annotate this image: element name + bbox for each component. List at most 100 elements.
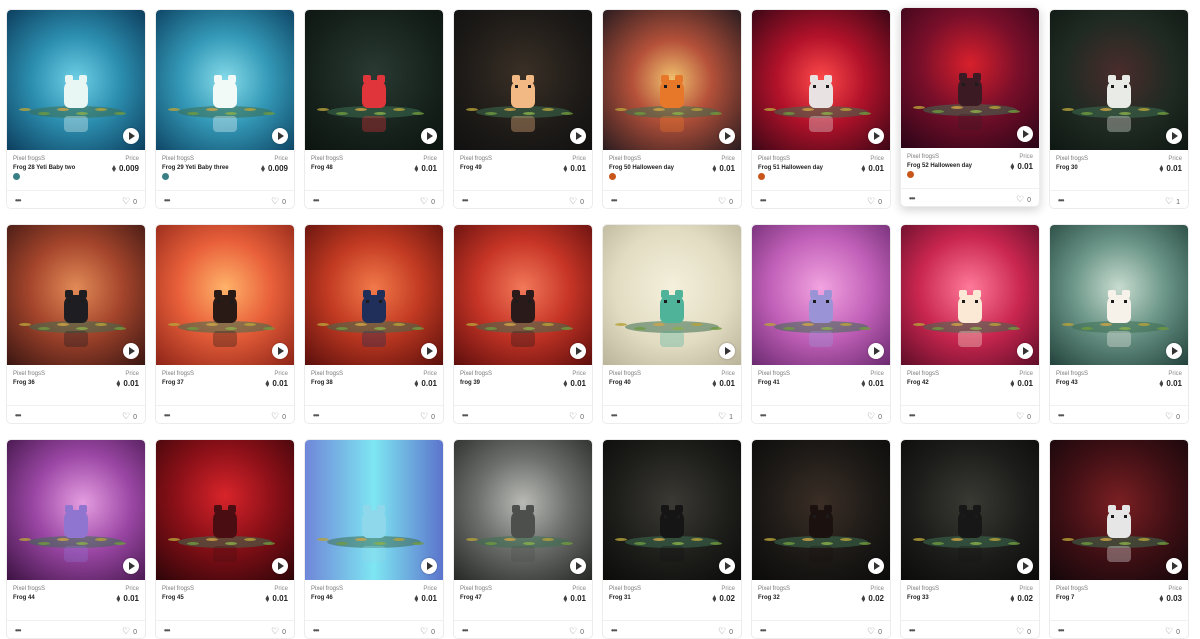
more-options-icon[interactable]: ••• bbox=[164, 627, 170, 635]
collection-name[interactable]: Pixel frogsS bbox=[609, 156, 641, 162]
play-icon[interactable] bbox=[272, 343, 288, 359]
nft-card[interactable]: Pixel frogsS Frog 29 Yeti Baby three Price… bbox=[155, 9, 295, 209]
item-name[interactable]: Frog 47 bbox=[460, 595, 482, 601]
nft-card[interactable]: Pixel frogsS frog 39 Price 0.01 ••• ♡ 0 bbox=[453, 224, 593, 424]
nft-artwork[interactable] bbox=[901, 440, 1039, 580]
like-button[interactable]: ♡ 0 bbox=[867, 196, 882, 207]
collection-name[interactable]: Pixel frogsS bbox=[1056, 371, 1088, 377]
collection-name[interactable]: Pixel frogsS bbox=[162, 586, 194, 592]
nft-artwork[interactable] bbox=[752, 440, 890, 580]
play-icon[interactable] bbox=[123, 343, 139, 359]
like-button[interactable]: ♡ 0 bbox=[569, 626, 584, 637]
play-icon[interactable] bbox=[1017, 126, 1033, 142]
collection-name[interactable]: Pixel frogsS bbox=[460, 371, 492, 377]
item-name[interactable]: Frog 51 Halloween day bbox=[758, 165, 823, 171]
item-name[interactable]: Frog 30 bbox=[1056, 165, 1078, 171]
nft-card[interactable]: Pixel frogsS Frog 47 Price 0.01 ••• ♡ 0 bbox=[453, 439, 593, 639]
play-icon[interactable] bbox=[272, 128, 288, 144]
play-icon[interactable] bbox=[1017, 558, 1033, 574]
item-name[interactable]: Frog 45 bbox=[162, 595, 184, 601]
collection-name[interactable]: Pixel frogsS bbox=[907, 154, 939, 160]
item-name[interactable]: Frog 31 bbox=[609, 595, 631, 601]
item-name[interactable]: Frog 37 bbox=[162, 380, 184, 386]
play-icon[interactable] bbox=[421, 343, 437, 359]
nft-artwork[interactable] bbox=[305, 440, 443, 580]
nft-card[interactable]: Pixel frogsS Frog 37 Price 0.01 ••• ♡ 0 bbox=[155, 224, 295, 424]
play-icon[interactable] bbox=[570, 343, 586, 359]
nft-artwork[interactable] bbox=[603, 225, 741, 365]
more-options-icon[interactable]: ••• bbox=[462, 197, 468, 205]
like-button[interactable]: ♡ 0 bbox=[271, 626, 286, 637]
play-icon[interactable] bbox=[719, 558, 735, 574]
more-options-icon[interactable]: ••• bbox=[164, 412, 170, 420]
collection-name[interactable]: Pixel frogsS bbox=[162, 156, 194, 162]
nft-artwork[interactable] bbox=[901, 8, 1039, 148]
item-name[interactable]: Frog 50 Halloween day bbox=[609, 165, 674, 171]
like-button[interactable]: ♡ 0 bbox=[420, 196, 435, 207]
like-button[interactable]: ♡ 1 bbox=[718, 411, 733, 422]
nft-card[interactable]: Pixel frogsS Frog 49 Price 0.01 ••• ♡ 0 bbox=[453, 9, 593, 209]
item-name[interactable]: Frog 29 Yeti Baby three bbox=[162, 165, 229, 171]
nft-card[interactable]: Pixel frogsS Frog 36 Price 0.01 ••• ♡ 0 bbox=[6, 224, 146, 424]
more-options-icon[interactable]: ••• bbox=[313, 627, 319, 635]
collection-name[interactable]: Pixel frogsS bbox=[311, 156, 343, 162]
item-name[interactable]: Frog 36 bbox=[13, 380, 35, 386]
play-icon[interactable] bbox=[570, 558, 586, 574]
play-icon[interactable] bbox=[272, 558, 288, 574]
collection-name[interactable]: Pixel frogsS bbox=[609, 586, 641, 592]
nft-card[interactable]: Pixel frogsS Frog 50 Halloween day Price 0.… bbox=[602, 9, 742, 209]
like-button[interactable]: ♡ 1 bbox=[1165, 196, 1180, 207]
collection-name[interactable]: Pixel frogsS bbox=[311, 371, 343, 377]
nft-artwork[interactable] bbox=[1050, 10, 1188, 150]
nft-card[interactable]: Pixel frogsS Frog 51 Halloween day Price 0.… bbox=[751, 9, 891, 209]
play-icon[interactable] bbox=[1166, 343, 1182, 359]
like-button[interactable]: ♡ 0 bbox=[867, 626, 882, 637]
more-options-icon[interactable]: ••• bbox=[15, 627, 21, 635]
nft-artwork[interactable] bbox=[1050, 440, 1188, 580]
more-options-icon[interactable]: ••• bbox=[611, 197, 617, 205]
like-button[interactable]: ♡ 0 bbox=[122, 196, 137, 207]
item-name[interactable]: Frog 52 Halloween day bbox=[907, 163, 972, 169]
more-options-icon[interactable]: ••• bbox=[760, 412, 766, 420]
collection-name[interactable]: Pixel frogsS bbox=[758, 156, 790, 162]
nft-artwork[interactable] bbox=[305, 10, 443, 150]
more-options-icon[interactable]: ••• bbox=[611, 627, 617, 635]
like-button[interactable]: ♡ 0 bbox=[718, 626, 733, 637]
more-options-icon[interactable]: ••• bbox=[1058, 627, 1064, 635]
nft-artwork[interactable] bbox=[1050, 225, 1188, 365]
play-icon[interactable] bbox=[123, 558, 139, 574]
nft-card[interactable]: Pixel frogsS Frog 40 Price 0.01 ••• ♡ 1 bbox=[602, 224, 742, 424]
play-icon[interactable] bbox=[719, 343, 735, 359]
item-name[interactable]: Frog 33 bbox=[907, 595, 929, 601]
item-name[interactable]: Frog 42 bbox=[907, 380, 929, 386]
collection-name[interactable]: Pixel frogsS bbox=[907, 586, 939, 592]
nft-card[interactable]: Pixel frogsS Frog 38 Price 0.01 ••• ♡ 0 bbox=[304, 224, 444, 424]
like-button[interactable]: ♡ 0 bbox=[122, 411, 137, 422]
nft-card[interactable]: Pixel frogsS Frog 44 Price 0.01 ••• ♡ 0 bbox=[6, 439, 146, 639]
like-button[interactable]: ♡ 0 bbox=[420, 626, 435, 637]
item-name[interactable]: Frog 40 bbox=[609, 380, 631, 386]
item-name[interactable]: Frog 38 bbox=[311, 380, 333, 386]
collection-name[interactable]: Pixel frogsS bbox=[1056, 586, 1088, 592]
nft-artwork[interactable] bbox=[454, 440, 592, 580]
item-name[interactable]: Frog 49 bbox=[460, 165, 482, 171]
more-options-icon[interactable]: ••• bbox=[313, 412, 319, 420]
play-icon[interactable] bbox=[570, 128, 586, 144]
play-icon[interactable] bbox=[1166, 558, 1182, 574]
nft-card[interactable]: Pixel frogsS Frog 45 Price 0.01 ••• ♡ 0 bbox=[155, 439, 295, 639]
more-options-icon[interactable]: ••• bbox=[909, 412, 915, 420]
collection-name[interactable]: Pixel frogsS bbox=[460, 586, 492, 592]
item-name[interactable]: Frog 48 bbox=[311, 165, 333, 171]
item-name[interactable]: Frog 7 bbox=[1056, 595, 1074, 601]
collection-name[interactable]: Pixel frogsS bbox=[13, 371, 45, 377]
nft-artwork[interactable] bbox=[603, 10, 741, 150]
item-name[interactable]: Frog 32 bbox=[758, 595, 780, 601]
nft-card[interactable]: Pixel frogsS Frog 33 Price 0.02 ••• ♡ 0 bbox=[900, 439, 1040, 639]
like-button[interactable]: ♡ 0 bbox=[867, 411, 882, 422]
like-button[interactable]: ♡ 0 bbox=[1016, 194, 1031, 205]
nft-card[interactable]: Pixel frogsS Frog 28 Yeti Baby two Price 0.… bbox=[6, 9, 146, 209]
nft-card[interactable]: Pixel frogsS Frog 52 Halloween day Price 0.… bbox=[900, 7, 1040, 207]
more-options-icon[interactable]: ••• bbox=[313, 197, 319, 205]
nft-artwork[interactable] bbox=[454, 225, 592, 365]
item-name[interactable]: Frog 46 bbox=[311, 595, 333, 601]
